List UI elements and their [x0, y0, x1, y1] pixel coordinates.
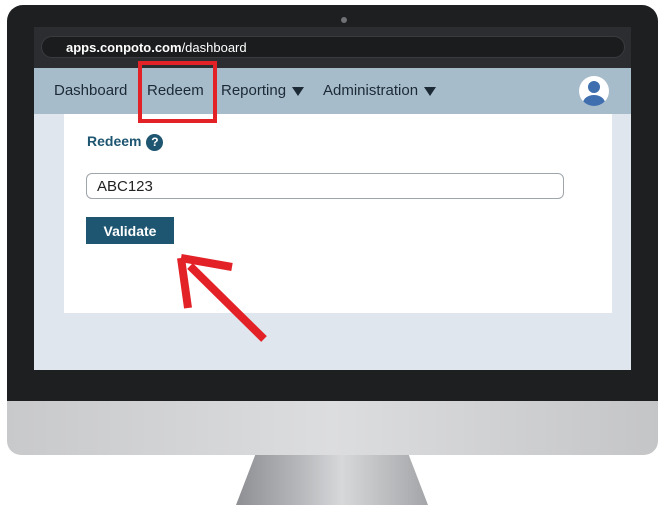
camera-dot [341, 17, 347, 23]
browser-chrome: apps.conpoto.com/dashboard [34, 27, 631, 68]
nav-reporting-label: Reporting [221, 82, 287, 99]
redeem-panel: Redeem? Validate [64, 114, 612, 313]
chevron-down-icon [292, 86, 305, 96]
user-silhouette-icon [583, 81, 605, 106]
validate-button[interactable]: Validate [86, 217, 174, 244]
browser-screen: apps.conpoto.com/dashboard Dashboard Red… [34, 27, 631, 370]
nav-dashboard[interactable]: Dashboard [54, 68, 127, 114]
chevron-down-icon [424, 86, 437, 96]
nav-administration-label: Administration [323, 82, 419, 99]
help-icon[interactable]: ? [146, 133, 164, 151]
redeem-heading: Redeem? [87, 133, 164, 151]
top-navbar: Dashboard Redeem Reporting Administratio… [34, 68, 631, 114]
nav-dashboard-label: Dashboard [54, 82, 128, 99]
redeem-heading-label: Redeem [87, 133, 142, 149]
monitor-stand [236, 455, 428, 505]
monitor-illustration: apps.conpoto.com/dashboard Dashboard Red… [0, 0, 665, 505]
nav-reporting[interactable]: Reporting [221, 68, 305, 114]
redeem-highlight-annotation [138, 61, 217, 123]
nav-administration[interactable]: Administration [323, 68, 437, 114]
user-avatar-icon[interactable] [579, 76, 609, 106]
monitor-chin [7, 401, 658, 455]
url-path: /dashboard [181, 40, 247, 55]
address-bar[interactable]: apps.conpoto.com/dashboard [41, 36, 625, 58]
redeem-code-input[interactable] [86, 173, 564, 199]
url-host: apps.conpoto.com [66, 40, 182, 55]
